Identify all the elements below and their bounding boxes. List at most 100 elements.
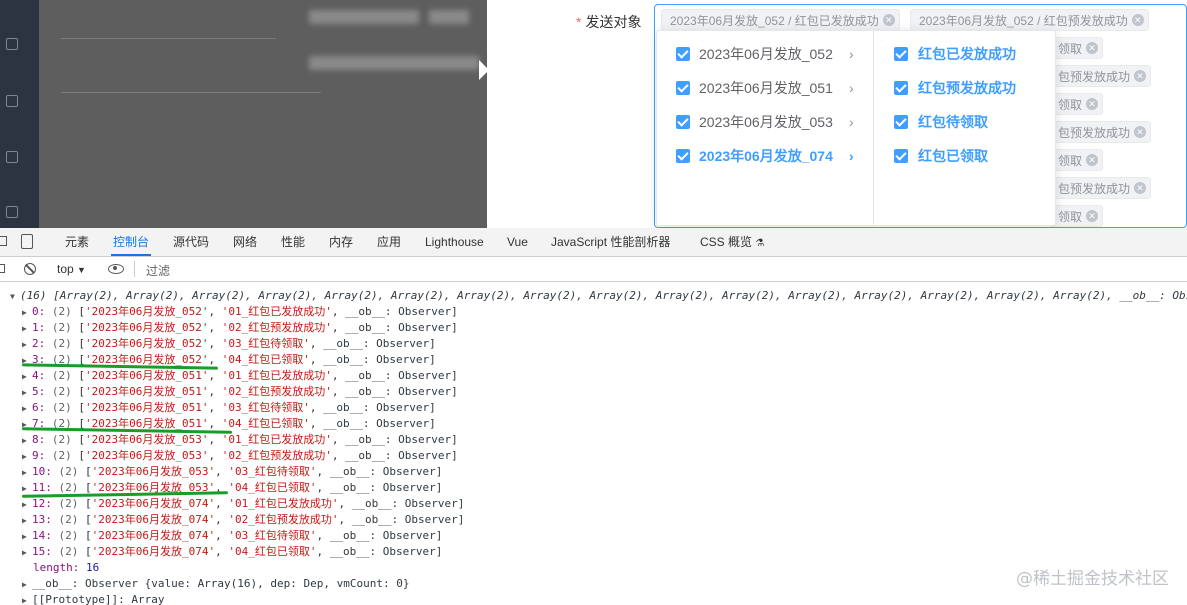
blurred-text	[429, 10, 469, 24]
tab-network[interactable]: 网络	[233, 228, 257, 256]
cascader-option[interactable]: 2023年06月发放_052 ›	[657, 37, 873, 71]
ob-row[interactable]: ▶ __ob__: Observer {value: Array(16), dep…	[22, 576, 410, 592]
cascader-option[interactable]: 2023年06月发放_051 ›	[657, 71, 873, 105]
cascader-option[interactable]: 红包已领取	[874, 139, 1054, 173]
close-icon[interactable]: ✕	[882, 14, 895, 26]
close-icon[interactable]: ✕	[1086, 210, 1099, 222]
console-array-header[interactable]: ▼ (16) [Array(2), Array(2), Array(2), Arr…	[10, 288, 1187, 304]
selected-tag[interactable]: 领取 ✕	[1049, 37, 1104, 59]
copy-icon[interactable]	[6, 38, 18, 50]
checkbox-checked-icon[interactable]	[894, 115, 908, 129]
tab-vue[interactable]: Vue	[507, 228, 528, 256]
console-array-row[interactable]: ▶ 2: (2) ['2023年06月发放_052', '03_红包待领取', _…	[22, 336, 436, 352]
chevron-right-icon: ›	[849, 80, 854, 96]
selected-tag[interactable]: 领取 ✕	[1049, 205, 1104, 227]
console-array-row[interactable]: ▶ 14: (2) ['2023年06月发放_074', '03_红包待领取', …	[22, 528, 442, 544]
tab-lighthouse[interactable]: Lighthouse	[425, 228, 484, 256]
close-icon[interactable]: ✕	[1134, 126, 1147, 138]
expand-triangle-icon[interactable]: ▶	[22, 465, 32, 481]
console-array-row[interactable]: ▶ 12: (2) ['2023年06月发放_074', '01_红包已发放成功'…	[22, 496, 464, 512]
checkbox-checked-icon[interactable]	[894, 149, 908, 163]
expand-triangle-icon[interactable]: ▶	[22, 321, 32, 337]
console-array-row[interactable]: ▶ 15: (2) ['2023年06月发放_074', '04_红包已领取', …	[22, 544, 442, 560]
checkbox-checked-icon[interactable]	[894, 81, 908, 95]
row-value-status: '02_红包预发放成功'	[221, 321, 332, 334]
console-array-row[interactable]: ▶ 0: (2) ['2023年06月发放_052', '01_红包已发放成功',…	[22, 304, 458, 320]
collapse-triangle-icon[interactable]: ▼	[10, 289, 20, 305]
prototype-row[interactable]: ▶ [[Prototype]]: Array	[22, 592, 164, 605]
expand-triangle-icon[interactable]: ▶	[22, 385, 32, 401]
expand-triangle-icon[interactable]: ▶	[22, 545, 32, 561]
selected-tag[interactable]: 2023年06月发放_052 / 红包预发放成功 ✕	[910, 9, 1149, 31]
expand-triangle-icon[interactable]: ▶	[22, 305, 32, 321]
selected-tag[interactable]: 包预发放成功 ✕	[1049, 65, 1152, 87]
expand-triangle-icon[interactable]: ▶	[22, 529, 32, 545]
console-array-row[interactable]: ▶ 1: (2) ['2023年06月发放_052', '02_红包预发放成功',…	[22, 320, 458, 336]
expand-triangle-icon[interactable]: ▶	[22, 513, 32, 529]
close-icon[interactable]: ✕	[1086, 42, 1099, 54]
checkbox-checked-icon[interactable]	[676, 149, 690, 163]
checkbox-checked-icon[interactable]	[676, 115, 690, 129]
sidebar-toggle-icon[interactable]	[0, 264, 5, 273]
row-value-batch: '2023年06月发放_074'	[91, 545, 216, 558]
context-selector[interactable]: top ▼	[57, 262, 86, 276]
filter-input[interactable]: 过滤	[146, 262, 170, 279]
tab-console[interactable]: 控制台	[110, 228, 152, 256]
selected-tag[interactable]: 领取 ✕	[1049, 149, 1104, 171]
tag-text: 2023年06月发放_052 / 红包预发放成功	[919, 14, 1128, 28]
tab-sources[interactable]: 源代码	[173, 228, 209, 256]
expand-triangle-icon[interactable]: ▶	[22, 433, 32, 449]
console-array-row[interactable]: ▶ 10: (2) ['2023年06月发放_053', '03_红包待领取', …	[22, 464, 442, 480]
chevron-right-icon: ›	[849, 46, 854, 62]
close-icon[interactable]: ✕	[1086, 98, 1099, 110]
expand-triangle-icon[interactable]: ▶	[22, 337, 32, 353]
message-icon[interactable]	[6, 151, 18, 163]
inspect-icon[interactable]	[0, 236, 7, 246]
expand-triangle-icon[interactable]: ▶	[22, 353, 32, 369]
expand-triangle-icon[interactable]: ▶	[22, 449, 32, 465]
cascader-option[interactable]: 红包预发放成功	[874, 71, 1054, 105]
checkbox-checked-icon[interactable]	[676, 47, 690, 61]
console-array-row[interactable]: ▶ 4: (2) ['2023年06月发放_051', '01_红包已发放成功',…	[22, 368, 458, 384]
console-array-row[interactable]: ▶ 8: (2) ['2023年06月发放_053', '01_红包已发放成功',…	[22, 432, 458, 448]
console-array-row[interactable]: ▶ 13: (2) ['2023年06月发放_074', '02_红包预发放成功'…	[22, 512, 464, 528]
selected-tag[interactable]: 包预发放成功 ✕	[1049, 121, 1152, 143]
console-array-row[interactable]: ▶ 9: (2) ['2023年06月发放_053', '02_红包预发放成功',…	[22, 448, 458, 464]
tab-memory[interactable]: 内存	[329, 228, 353, 256]
close-icon[interactable]: ✕	[1131, 14, 1144, 26]
expand-triangle-icon[interactable]: ▶	[22, 593, 32, 605]
device-toolbar-icon[interactable]	[21, 234, 33, 249]
tab-performance[interactable]: 性能	[281, 228, 305, 256]
row-index: 5:	[32, 385, 46, 398]
expand-triangle-icon[interactable]: ▶	[22, 497, 32, 513]
expand-triangle-icon[interactable]: ▶	[22, 417, 32, 433]
expand-triangle-icon[interactable]: ▶	[22, 369, 32, 385]
expand-triangle-icon[interactable]: ▶	[22, 577, 32, 593]
checkbox-checked-icon[interactable]	[894, 47, 908, 61]
selected-tag[interactable]: 包预发放成功 ✕	[1049, 177, 1152, 199]
clear-console-icon[interactable]	[24, 263, 36, 275]
cascader-option[interactable]: 2023年06月发放_053 ›	[657, 105, 873, 139]
cascader-option-active[interactable]: 2023年06月发放_074 ›	[657, 139, 873, 173]
briefcase-icon[interactable]	[6, 206, 18, 218]
document-icon[interactable]	[6, 95, 18, 107]
checkbox-checked-icon[interactable]	[676, 81, 690, 95]
cascader-option[interactable]: 红包待领取	[874, 105, 1054, 139]
close-icon[interactable]: ✕	[1086, 154, 1099, 166]
console-array-row[interactable]: ▶ 6: (2) ['2023年06月发放_051', '03_红包待领取', _…	[22, 400, 436, 416]
tab-elements[interactable]: 元素	[65, 228, 89, 256]
close-icon[interactable]: ✕	[1134, 70, 1147, 82]
option-label: 红包待领取	[918, 114, 988, 130]
row-ob: __ob__: Observer]	[345, 305, 458, 318]
close-icon[interactable]: ✕	[1134, 182, 1147, 194]
console-array-row[interactable]: ▶ 5: (2) ['2023年06月发放_051', '02_红包预发放成功',…	[22, 384, 458, 400]
selected-tag[interactable]: 2023年06月发放_052 / 红包已发放成功 ✕	[661, 9, 900, 31]
row-value-status: '02_红包预发放成功'	[221, 385, 332, 398]
cascader-option[interactable]: 红包已发放成功	[874, 37, 1054, 71]
eye-icon[interactable]	[108, 264, 124, 274]
tab-css-overview[interactable]: CSS 概览 ⚗	[700, 228, 764, 256]
tab-application[interactable]: 应用	[377, 228, 401, 256]
expand-triangle-icon[interactable]: ▶	[22, 401, 32, 417]
tab-js-profiler[interactable]: JavaScript 性能剖析器	[551, 228, 670, 256]
selected-tag[interactable]: 领取 ✕	[1049, 93, 1104, 115]
